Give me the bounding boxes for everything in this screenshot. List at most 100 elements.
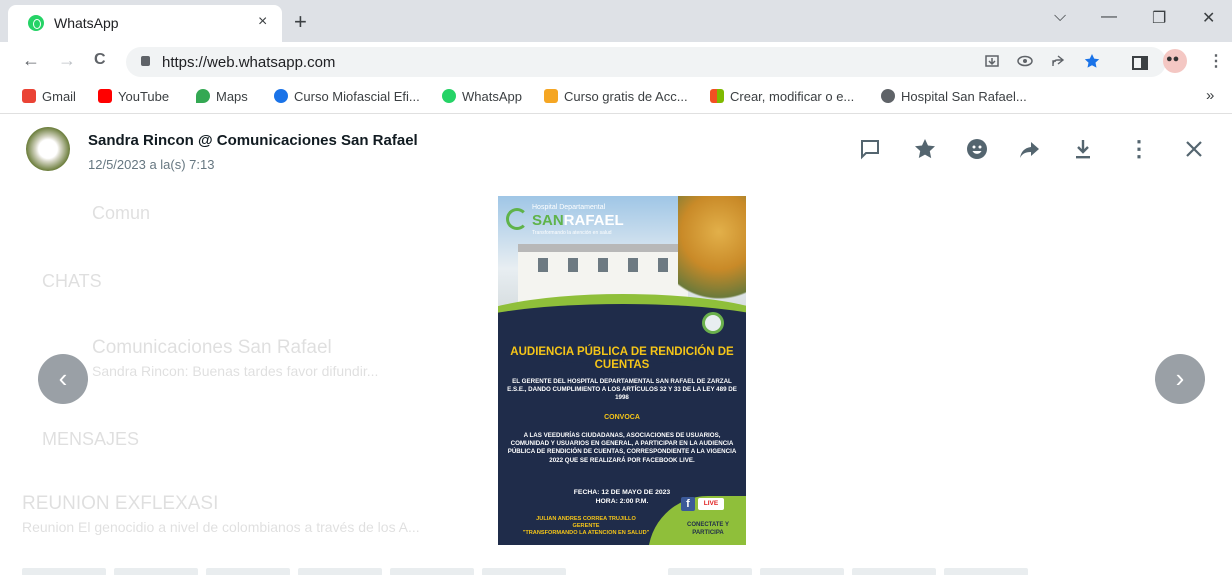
viewer-header: Sandra Rincon @ Comunicaciones San Rafae… (0, 115, 1232, 185)
lock-icon (141, 56, 150, 66)
reload-button[interactable]: C (94, 51, 106, 69)
install-app-icon[interactable] (984, 53, 1000, 69)
signer-role: GERENTE (572, 523, 600, 529)
tab-title: WhatsApp (54, 15, 119, 31)
bookmark-maps[interactable]: Maps (196, 89, 248, 104)
bookmark-star-icon[interactable] (1084, 53, 1100, 69)
bg-message-title: REUNION EXFLEXASI (22, 493, 219, 514)
message-timestamp: 12/5/2023 a la(s) 7:13 (88, 157, 215, 172)
bookmark-whatsapp[interactable]: WhatsApp (442, 89, 522, 104)
bookmark-youtube[interactable]: YouTube (98, 89, 169, 104)
thumbnail[interactable] (114, 568, 198, 575)
minimize-button[interactable]: — (1101, 8, 1117, 26)
window-shape (658, 258, 668, 272)
thumbnail[interactable] (944, 568, 1028, 575)
thumbnail[interactable] (482, 568, 566, 575)
window-shape (568, 258, 578, 272)
logo-badge-icon (702, 312, 724, 334)
whatsapp-icon (28, 15, 44, 31)
poster-title: AUDIENCIA PÚBLICA DE RENDICIÓN DE CUENTA… (510, 346, 734, 371)
tab-search-icon[interactable]: ⌵ (1054, 8, 1066, 26)
sender-name: Sandra Rincon @ Comunicaciones San Rafae… (88, 132, 418, 149)
gmail-icon (22, 89, 36, 103)
bg-messages-heading: MENSAJES (42, 429, 140, 449)
whatsapp-icon (442, 89, 456, 103)
bookmark-hospital[interactable]: Hospital San Rafael... (881, 89, 1027, 104)
facebook-live-badge: f LIVE (681, 497, 727, 511)
forward-button[interactable]: → (58, 50, 76, 71)
bookmark-curso-gratis[interactable]: Curso gratis de Acc... (544, 89, 688, 104)
logo-brand-b: RAFAEL (563, 212, 624, 229)
go-to-message-icon[interactable] (858, 137, 882, 161)
bookmarks-bar: Gmail YouTube Maps Curso Miofascial Efi.… (0, 82, 1232, 114)
profile-avatar[interactable]: ●● (1163, 49, 1187, 73)
thumbnail[interactable] (206, 568, 290, 575)
menu-kebab-icon[interactable]: ⋮ (1208, 51, 1224, 71)
thumbnail[interactable] (668, 568, 752, 575)
star-icon[interactable] (913, 137, 937, 161)
window-shape (598, 258, 608, 272)
thumbnail[interactable] (852, 568, 936, 575)
bg-chats-heading: CHATS (42, 271, 102, 291)
thumbnail[interactable] (298, 568, 382, 575)
side-panel-icon[interactable] (1132, 55, 1148, 71)
window-shape (628, 258, 638, 272)
poster-date: FECHA: 12 DE MAYO DE 2023 (573, 489, 671, 496)
bg-message-preview: Reunion El genocidio a nivel de colombia… (22, 519, 420, 535)
new-tab-button[interactable]: + (294, 9, 307, 35)
logo-brand-a: SAN (532, 212, 564, 229)
bg-chat-preview: Sandra Rincon: Buenas tardes favor difun… (92, 363, 379, 379)
ac-icon (544, 89, 558, 103)
poster-slogan: "TRANSFORMANDO LA ATENCION EN SALUD" (522, 530, 650, 536)
microsoft-icon (710, 89, 724, 103)
tab-strip: WhatsApp × + ⌵ — ❐ ✕ (0, 0, 1232, 42)
facebook-icon: f (681, 497, 695, 511)
poster-body-2: A LAS VEEDURÍAS CIUDADANAS, ASOCIACIONES… (507, 432, 737, 464)
bookmark-crear-modificar[interactable]: Crear, modificar o e... (710, 89, 854, 104)
react-emoji-icon[interactable] (965, 137, 989, 161)
thumbnail[interactable] (22, 568, 106, 575)
youtube-icon (98, 89, 112, 103)
logo-brand: SANRAFAEL (532, 212, 624, 229)
bookmark-gmail[interactable]: Gmail (22, 89, 76, 104)
poster-body-1: EL GERENTE DEL HOSPITAL DEPARTAMENTAL SA… (507, 378, 737, 401)
media-image[interactable]: Hospital Departamental SANRAFAEL Transfo… (498, 196, 746, 545)
download-icon[interactable] (1071, 137, 1095, 161)
close-viewer-icon[interactable] (1182, 137, 1206, 161)
logo-mark-icon (506, 208, 528, 230)
previous-media-button[interactable]: ‹ (38, 354, 88, 404)
tab-close-icon[interactable]: × (258, 13, 267, 31)
hospital-logo: Hospital Departamental SANRAFAEL Transfo… (506, 202, 624, 238)
more-options-icon[interactable]: ⋮ (1127, 137, 1151, 161)
poster-signature: JULIAN ANDRES CORREA TRUJILLO GERENTE "T… (506, 516, 666, 537)
media-viewer: Comun CHATS Comunicaciones San Rafael Sa… (0, 115, 1232, 575)
live-label: LIVE (698, 498, 724, 510)
bookmarks-more-icon[interactable]: » (1206, 87, 1214, 104)
logo-tagline: Transformando la atención en salud (532, 230, 612, 236)
window-shape (538, 258, 548, 272)
tab-whatsapp[interactable]: WhatsApp × (8, 5, 282, 42)
logo-small-text: Hospital Departamental (532, 204, 606, 211)
thumbnail[interactable] (390, 568, 474, 575)
bg-search-text: Comun (92, 203, 151, 223)
restore-button[interactable]: ❐ (1152, 8, 1166, 28)
signer-name: JULIAN ANDRES CORREA TRUJILLO (536, 516, 636, 522)
back-button[interactable]: ← (22, 50, 40, 71)
forward-icon[interactable] (1018, 137, 1042, 161)
globe-icon (274, 89, 288, 103)
sender-avatar[interactable] (26, 127, 70, 171)
next-media-button[interactable]: › (1155, 354, 1205, 404)
bookmark-curso-miofascial[interactable]: Curso Miofascial Efi... (274, 89, 420, 104)
url-text: https://web.whatsapp.com (162, 54, 336, 71)
share-icon[interactable] (1050, 53, 1066, 69)
maps-icon (196, 89, 210, 103)
globe-icon (881, 89, 895, 103)
eye-icon[interactable] (1017, 53, 1033, 69)
poster-cta: CONECTATE Y PARTICIPA (686, 522, 729, 536)
bg-chat-name: Comunicaciones San Rafael (92, 337, 332, 358)
poster-convoca: CONVOCA (604, 414, 640, 421)
close-window-button[interactable]: ✕ (1202, 8, 1215, 28)
address-bar[interactable]: https://web.whatsapp.com (126, 47, 1166, 77)
thumbnail[interactable] (760, 568, 844, 575)
browser-toolbar: ← → C https://web.whatsapp.com ●● ⋮ (0, 42, 1232, 82)
